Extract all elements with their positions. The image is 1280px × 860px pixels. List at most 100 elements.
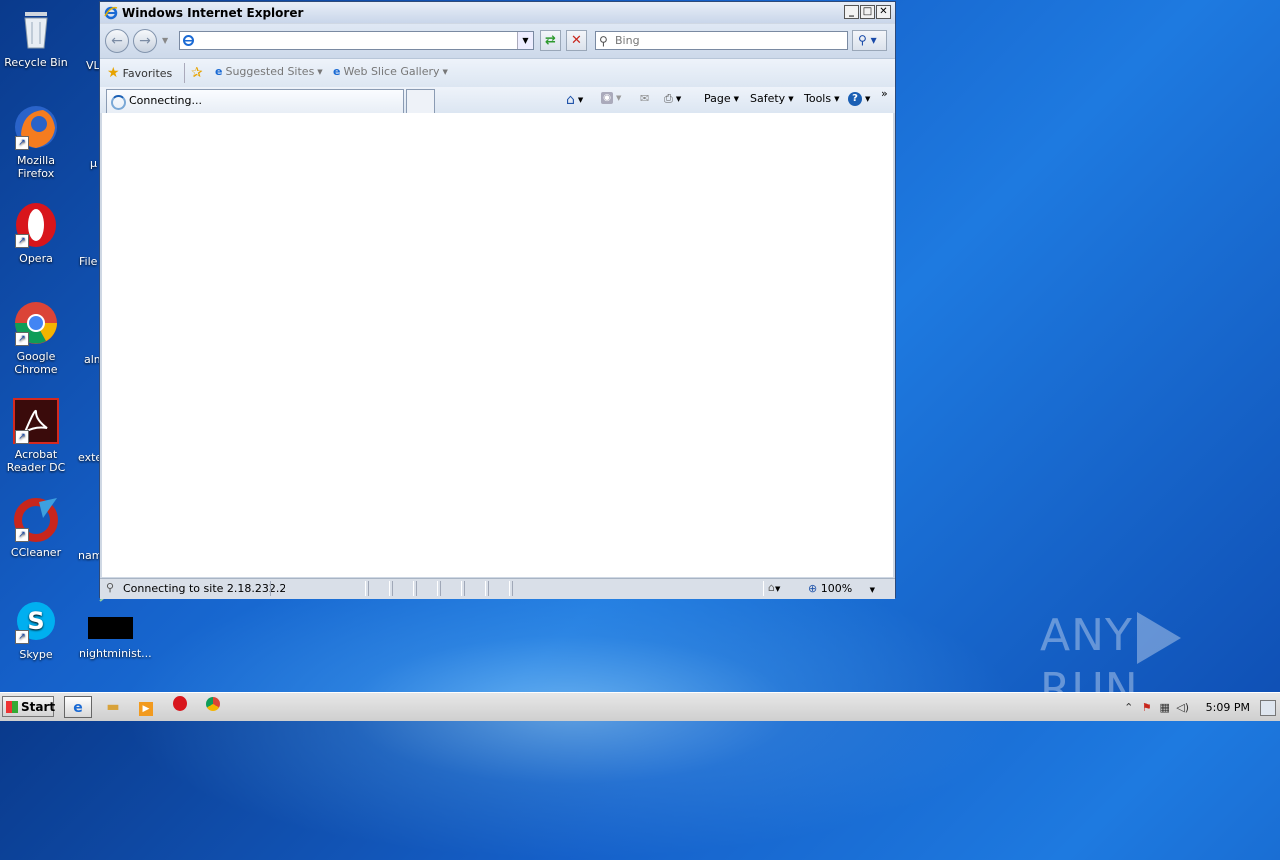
ie-logo-icon [104,6,118,19]
zoom-control[interactable]: ⊕ 100% ▼ [808,582,875,595]
status-segment [416,581,438,596]
status-segment [488,581,510,596]
desktop-icon-ccleaner[interactable]: ↗ CCleaner [1,496,71,559]
firefox-icon: ↗ [13,104,59,150]
taskbar-opera[interactable] [166,696,194,718]
ccleaner-icon: ↗ [13,496,59,542]
chrome-icon [206,697,220,711]
chevron-down-icon: ▼ [317,67,323,76]
show-desktop-button[interactable] [1260,700,1276,716]
add-to-favorites-bar-button[interactable]: ✰ [191,65,203,81]
status-segment [392,581,414,596]
tools-menu[interactable]: Tools ▼ [804,92,840,105]
navigation-bar: ← → ▼ ▼ ⇄ ✕ ⚲ Bing ⚲ ▾ [100,24,895,58]
rss-feed-icon: ◉ [601,92,613,104]
status-segment [464,581,486,596]
page-content[interactable] [102,113,893,577]
clock[interactable]: 5:09 PM [1206,701,1250,714]
suggested-sites-link[interactable]: e Suggested Sites ▼ [215,65,323,78]
desktop-icon-nightminist[interactable]: nightminist... [79,647,152,660]
action-center-icon[interactable]: ⚑ [1138,701,1156,714]
desktop-icon-recycle-bin[interactable]: Recycle Bin [1,6,71,69]
status-segment [368,581,390,596]
refresh-button[interactable]: ⇄ [540,30,561,51]
address-bar[interactable]: ▼ [179,31,534,50]
status-segment [440,581,462,596]
taskbar: Start e ▬ ▶ ⌃ ⚑ ▦ ◁) 5:09 PM [0,692,1280,721]
favorites-button[interactable]: ★ Favorites [107,65,172,81]
desktop-icon-firefox[interactable]: ↗ Mozilla Firefox [1,104,71,180]
safety-menu[interactable]: Safety ▼ [750,92,794,105]
volume-icon[interactable]: ◁) [1174,701,1192,714]
taskbar-explorer[interactable]: ▬ [99,696,127,718]
system-tray: ⌃ ⚑ ▦ ◁) 5:09 PM [1120,693,1280,721]
desktop-icon-partial-filezilla[interactable]: File [79,255,97,268]
feeds-button[interactable]: ◉ ▼ [601,92,621,104]
recent-pages-dropdown-icon[interactable]: ▼ [162,36,168,45]
start-button[interactable]: Start [2,696,55,717]
read-mail-button[interactable]: ✉ [640,92,649,105]
more-commands-chevron-icon[interactable]: » [881,87,888,100]
stop-button[interactable]: ✕ [566,30,587,51]
window-title: Windows Internet Explorer [122,5,304,20]
page-icon [183,35,194,46]
mail-icon: ✉ [640,92,650,105]
taskbar-media-player[interactable]: ▶ [132,696,160,718]
search-button[interactable]: ⚲ ▾ [852,30,887,51]
divider [184,63,185,83]
opera-icon [173,696,187,711]
ie-titlebar[interactable]: Windows Internet Explorer [100,2,895,23]
show-hidden-icons-icon[interactable]: ⌃ [1120,701,1138,714]
search-icon: ⚲ [599,34,608,48]
play-logo-icon [1136,612,1181,664]
command-bar: Connecting... ⌂ ▼ ◉ ▼ ✉ ⎙ ▼ Page ▼ Safety ▼ T… [100,87,895,113]
web-slice-gallery-link[interactable]: e Web Slice Gallery ▼ [333,65,448,78]
help-icon: ? [848,92,862,106]
new-tab-button[interactable] [406,89,435,113]
back-button[interactable]: ← [105,29,129,53]
folder-icon: ▬ [106,699,120,715]
media-player-icon: ▶ [139,702,153,716]
minimize-button[interactable]: _ [844,5,859,19]
skype-icon: S ↗ [13,598,59,644]
print-icon: ⎙ [664,92,673,105]
svg-text:S: S [27,607,44,635]
chrome-icon: ↗ [13,300,59,346]
search-box[interactable]: ⚲ Bing [595,31,848,50]
nightminist-file-icon [88,617,133,639]
ie-page-icon: e [215,65,223,78]
taskbar-chrome[interactable] [199,696,227,718]
print-button[interactable]: ⎙ ▼ [664,92,681,106]
network-icon[interactable]: ▦ [1156,701,1174,714]
desktop-icon-acrobat[interactable]: ↗ Acrobat Reader DC [1,398,71,474]
favorites-bar: ★ Favorites ✰ e Suggested Sites ▼ e Web … [100,58,895,87]
zoom-icon: ⊕ [808,582,818,595]
taskbar-ie[interactable]: e [64,696,92,718]
add-favorite-icon: ✰ [191,65,203,81]
address-dropdown-icon[interactable]: ▼ [517,32,533,49]
tab-connecting[interactable]: Connecting... [106,89,404,113]
maximize-button[interactable]: □ [860,5,875,19]
ie-logo-icon: e [73,700,83,716]
protected-mode-button[interactable]: ⌂▼ [768,581,780,594]
desktop-icon-opera[interactable]: ↗ Opera [1,202,71,265]
status-segment [512,581,764,596]
loading-spinner-icon [111,95,126,110]
home-button[interactable]: ⌂ ▼ [566,92,583,108]
windows-logo-icon [6,701,18,713]
desktop-icon-partial-utorrent[interactable]: µ [90,157,97,170]
ie-page-icon: e [333,65,341,78]
home-icon: ⌂ [566,92,575,108]
status-segment [270,581,366,596]
status-search-icon: ⚲ [106,581,115,594]
search-placeholder: Bing [615,34,640,47]
help-menu[interactable]: ? ▼ [848,92,870,106]
desktop-icon-chrome[interactable]: ↗ Google Chrome [1,300,71,376]
desktop-icon-partial-vlc[interactable]: VL [86,59,100,72]
close-button[interactable]: ✕ [876,5,891,19]
page-menu[interactable]: Page ▼ [704,92,739,105]
forward-button[interactable]: → [133,29,157,53]
chevron-down-icon: ▼ [869,586,876,594]
desktop-icon-skype[interactable]: S ↗ Skype [1,598,71,661]
status-bar: ⚲ Connecting to site 2.18.232.2 ⌂▼ ⊕ 100… [100,578,895,599]
